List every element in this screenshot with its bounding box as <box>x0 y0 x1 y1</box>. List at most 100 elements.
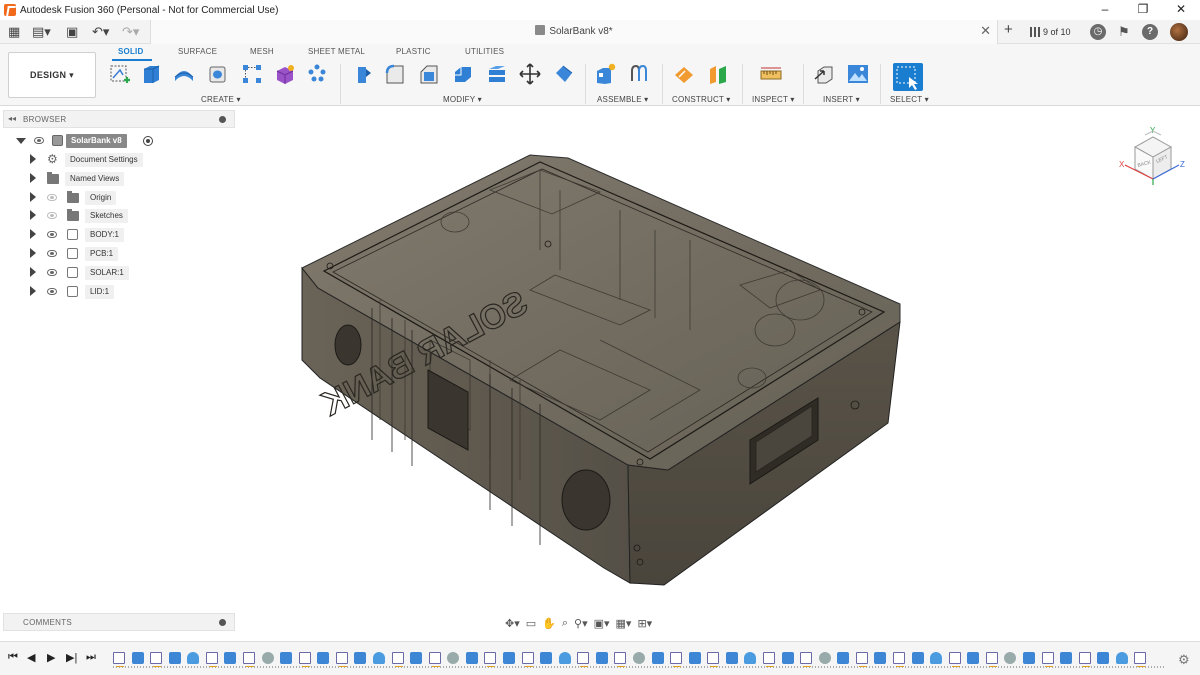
minimize-button[interactable]: – <box>1086 0 1124 20</box>
timeline-sketch-icon[interactable] <box>1079 652 1091 667</box>
timeline-feature-icon[interactable] <box>967 652 979 664</box>
expand-caret-icon[interactable] <box>30 267 36 277</box>
timeline-feature-icon[interactable] <box>744 652 756 664</box>
shell-icon[interactable] <box>452 63 474 85</box>
display-settings-icon[interactable]: ▣▾ <box>594 617 610 630</box>
timeline-feature-icon[interactable] <box>652 652 664 664</box>
timeline-feature-icon[interactable] <box>633 652 645 664</box>
timeline-sketch-icon[interactable] <box>893 652 905 667</box>
timeline-feature-icon[interactable] <box>874 652 886 664</box>
timeline-sketch-icon[interactable] <box>1042 652 1054 667</box>
timeline-sketch-icon[interactable] <box>484 652 496 667</box>
timeline-track[interactable] <box>113 650 1165 670</box>
timeline-feature-icon[interactable] <box>559 652 571 664</box>
timeline-sketch-icon[interactable] <box>670 652 682 667</box>
derive-icon[interactable] <box>306 63 328 85</box>
timeline-feature-icon[interactable] <box>782 652 794 664</box>
timeline-feature-icon[interactable] <box>1060 652 1072 664</box>
expand-caret-icon[interactable] <box>30 229 36 239</box>
save-icon[interactable]: ▣ <box>66 24 78 40</box>
step-forward-button[interactable]: ▶| <box>66 651 77 664</box>
timeline-sketch-icon[interactable] <box>113 652 125 667</box>
job-status[interactable]: 9 of 10 <box>1030 24 1071 40</box>
timeline-feature-icon[interactable] <box>819 652 831 664</box>
extrude-icon[interactable] <box>140 63 162 85</box>
create-sketch-icon[interactable] <box>109 63 131 85</box>
browser-node[interactable]: BODY:1 <box>10 227 230 243</box>
timeline-feature-icon[interactable] <box>262 652 274 664</box>
visibility-eye-icon[interactable] <box>34 137 44 144</box>
timeline-sketch-icon[interactable] <box>392 652 404 667</box>
create-group-label[interactable]: CREATE ▾ <box>201 95 241 104</box>
3d-viewport[interactable]: SOLAR BANK <box>240 108 1200 638</box>
new-component-icon[interactable] <box>595 63 617 85</box>
timeline-feature-icon[interactable] <box>466 652 478 664</box>
timeline-feature-icon[interactable] <box>503 652 515 664</box>
browser-panel-header[interactable]: ◂◂ BROWSER <box>3 110 235 128</box>
timeline-feature-icon[interactable] <box>280 652 292 664</box>
measure-icon[interactable] <box>760 63 782 85</box>
timeline-sketch-icon[interactable] <box>299 652 311 667</box>
plane-at-angle-icon[interactable] <box>707 63 729 85</box>
split-body-icon[interactable] <box>486 63 508 85</box>
hole-icon[interactable] <box>206 63 228 85</box>
timeline-feature-icon[interactable] <box>132 652 144 664</box>
tab-utilities[interactable]: UTILITIES <box>465 47 504 56</box>
timeline-feature-icon[interactable] <box>447 652 459 664</box>
timeline-feature-icon[interactable] <box>1004 652 1016 664</box>
timeline-feature-icon[interactable] <box>224 652 236 664</box>
timeline-sketch-icon[interactable] <box>150 652 162 667</box>
browser-node[interactable]: Named Views <box>10 171 230 187</box>
expand-caret-icon[interactable] <box>30 192 36 202</box>
expand-caret-icon[interactable] <box>30 154 36 164</box>
viewports-icon[interactable]: ⊞▾ <box>637 617 652 630</box>
joint-icon[interactable] <box>628 63 650 85</box>
tab-solid[interactable]: SOLID <box>118 47 143 56</box>
browser-node[interactable]: LID:1 <box>10 284 230 300</box>
physical-material-icon[interactable] <box>553 63 575 85</box>
pattern-icon[interactable] <box>241 63 263 85</box>
activate-target-icon[interactable] <box>143 136 153 146</box>
pan-icon[interactable]: ✋ <box>542 617 556 630</box>
close-document-button[interactable]: ✕ <box>980 23 991 39</box>
browser-node[interactable]: SOLAR:1 <box>10 265 230 281</box>
play-button[interactable]: ▶ <box>47 651 55 664</box>
expand-caret-icon[interactable] <box>16 138 26 149</box>
timeline-feature-icon[interactable] <box>596 652 608 664</box>
collapse-browser-icon[interactable]: ◂◂ <box>8 114 16 123</box>
browser-options-icon[interactable] <box>219 116 226 123</box>
grid-icon[interactable]: ▦▾ <box>616 617 632 630</box>
go-to-end-button[interactable]: ⏭ <box>86 651 96 664</box>
select-tool-button[interactable] <box>893 63 923 91</box>
assemble-group-label[interactable]: ASSEMBLE ▾ <box>597 95 648 104</box>
form-icon[interactable] <box>274 63 296 85</box>
insert-derive-icon[interactable] <box>814 63 836 85</box>
solar-bank-model[interactable]: SOLAR BANK <box>301 154 901 586</box>
tab-mesh[interactable]: MESH <box>250 47 274 56</box>
redo-icon[interactable]: ↷▾ <box>122 24 139 40</box>
comments-options-icon[interactable] <box>219 619 226 626</box>
file-menu-icon[interactable]: ▤▾ <box>32 24 51 40</box>
timeline-sketch-icon[interactable] <box>800 652 812 667</box>
visibility-eye-icon[interactable] <box>47 250 57 257</box>
tab-plastic[interactable]: PLASTIC <box>396 47 431 56</box>
hidden-eye-icon[interactable] <box>47 194 57 201</box>
tab-sheet-metal[interactable]: SHEET METAL <box>308 47 365 56</box>
visibility-eye-icon[interactable] <box>47 288 57 295</box>
comments-panel-header[interactable]: COMMENTS <box>3 613 235 631</box>
timeline-feature-icon[interactable] <box>317 652 329 664</box>
visibility-eye-icon[interactable] <box>47 231 57 238</box>
zoom-window-icon[interactable]: ⌕ <box>562 617 568 630</box>
timeline-sketch-icon[interactable] <box>949 652 961 667</box>
expand-caret-icon[interactable] <box>30 286 36 296</box>
expand-caret-icon[interactable] <box>30 248 36 258</box>
timeline-sketch-icon[interactable] <box>577 652 589 667</box>
timeline-feature-icon[interactable] <box>689 652 701 664</box>
timeline-feature-icon[interactable] <box>1097 652 1109 664</box>
timeline-sketch-icon[interactable] <box>614 652 626 667</box>
timeline-sketch-icon[interactable] <box>763 652 775 667</box>
browser-node[interactable]: Origin <box>10 190 230 206</box>
browser-node[interactable]: ⚙ Document Settings <box>10 152 230 168</box>
hidden-eye-icon[interactable] <box>47 212 57 219</box>
timeline-feature-icon[interactable] <box>169 652 181 664</box>
